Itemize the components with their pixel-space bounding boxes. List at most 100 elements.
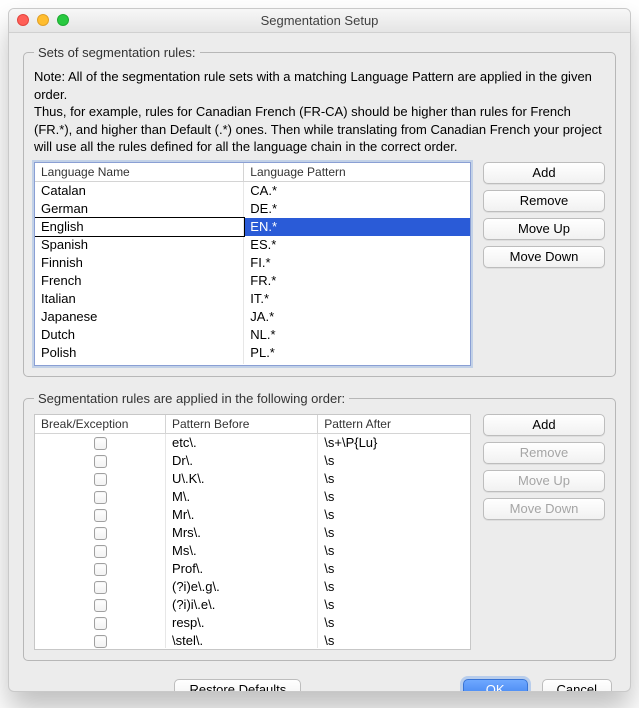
language-name-cell[interactable]: Italian: [35, 290, 244, 308]
break-exception-cell[interactable]: [35, 632, 166, 648]
pattern-before-cell[interactable]: (?i)i\.e\.: [166, 596, 318, 614]
language-pattern-cell[interactable]: FR.*: [244, 272, 470, 290]
language-name-cell[interactable]: Catalan: [35, 182, 244, 200]
rules-move-down-button[interactable]: Move Down: [483, 498, 605, 520]
language-table[interactable]: Language Name Language Pattern CatalanCA…: [34, 162, 471, 366]
minimize-icon[interactable]: [37, 14, 49, 26]
zoom-icon[interactable]: [57, 14, 69, 26]
pattern-after-cell[interactable]: \s: [318, 560, 470, 578]
rules-move-up-button[interactable]: Move Up: [483, 470, 605, 492]
language-name-cell[interactable]: English: [35, 218, 244, 236]
language-pattern-cell[interactable]: IT.*: [244, 290, 470, 308]
checkbox-icon[interactable]: [94, 581, 107, 594]
language-name-cell[interactable]: German: [35, 200, 244, 218]
language-name-cell[interactable]: Dutch: [35, 326, 244, 344]
checkbox-icon[interactable]: [94, 545, 107, 558]
pattern-before-cell[interactable]: Mrs\.: [166, 524, 318, 542]
language-name-cell[interactable]: Russian: [35, 362, 244, 364]
language-row[interactable]: ItalianIT.*: [35, 290, 470, 308]
language-row[interactable]: FinnishFI.*: [35, 254, 470, 272]
checkbox-icon[interactable]: [94, 491, 107, 504]
language-row[interactable]: CatalanCA.*: [35, 182, 470, 200]
language-pattern-cell[interactable]: JA.*: [244, 308, 470, 326]
rule-row[interactable]: (?i)e\.g\.\s: [35, 578, 470, 596]
pattern-after-cell[interactable]: \s: [318, 470, 470, 488]
pattern-before-cell[interactable]: Mr\.: [166, 506, 318, 524]
language-pattern-cell[interactable]: EN.*: [244, 218, 470, 236]
checkbox-icon[interactable]: [94, 635, 107, 647]
language-pattern-cell[interactable]: ES.*: [244, 236, 470, 254]
rules-add-button[interactable]: Add: [483, 414, 605, 436]
language-pattern-cell[interactable]: RU.*: [244, 362, 470, 364]
col-language-pattern[interactable]: Language Pattern: [244, 163, 470, 182]
language-row[interactable]: EnglishEN.*: [35, 218, 470, 236]
checkbox-icon[interactable]: [94, 527, 107, 540]
break-exception-cell[interactable]: [35, 614, 166, 632]
language-name-cell[interactable]: French: [35, 272, 244, 290]
break-exception-cell[interactable]: [35, 452, 166, 470]
col-pattern-before[interactable]: Pattern Before: [166, 415, 318, 434]
rule-row[interactable]: M\.\s: [35, 488, 470, 506]
rule-row[interactable]: \stel\.\s: [35, 632, 470, 648]
language-name-cell[interactable]: Finnish: [35, 254, 244, 272]
language-row[interactable]: DutchNL.*: [35, 326, 470, 344]
language-name-cell[interactable]: Polish: [35, 344, 244, 362]
break-exception-cell[interactable]: [35, 524, 166, 542]
pattern-before-cell[interactable]: U\.K\.: [166, 470, 318, 488]
pattern-before-cell[interactable]: \stel\.: [166, 632, 318, 648]
remove-button[interactable]: Remove: [483, 190, 605, 212]
break-exception-cell[interactable]: [35, 506, 166, 524]
pattern-after-cell[interactable]: \s: [318, 596, 470, 614]
pattern-after-cell[interactable]: \s: [318, 614, 470, 632]
language-pattern-cell[interactable]: NL.*: [244, 326, 470, 344]
close-icon[interactable]: [17, 14, 29, 26]
pattern-after-cell[interactable]: \s+\P{Lu}: [318, 434, 470, 452]
break-exception-cell[interactable]: [35, 596, 166, 614]
rule-row[interactable]: Mrs\.\s: [35, 524, 470, 542]
language-pattern-cell[interactable]: CA.*: [244, 182, 470, 200]
pattern-before-cell[interactable]: Prof\.: [166, 560, 318, 578]
language-row[interactable]: FrenchFR.*: [35, 272, 470, 290]
cancel-button[interactable]: Cancel: [542, 679, 612, 692]
move-down-button[interactable]: Move Down: [483, 246, 605, 268]
pattern-before-cell[interactable]: Dr\.: [166, 452, 318, 470]
rule-row[interactable]: etc\.\s+\P{Lu}: [35, 434, 470, 452]
language-row[interactable]: GermanDE.*: [35, 200, 470, 218]
language-name-cell[interactable]: Spanish: [35, 236, 244, 254]
language-pattern-cell[interactable]: DE.*: [244, 200, 470, 218]
pattern-before-cell[interactable]: Ms\.: [166, 542, 318, 560]
pattern-after-cell[interactable]: \s: [318, 632, 470, 648]
language-name-cell[interactable]: Japanese: [35, 308, 244, 326]
checkbox-icon[interactable]: [94, 599, 107, 612]
rule-row[interactable]: Ms\.\s: [35, 542, 470, 560]
language-row[interactable]: SpanishES.*: [35, 236, 470, 254]
col-break-exception[interactable]: Break/Exception: [35, 415, 166, 434]
checkbox-icon[interactable]: [94, 455, 107, 468]
break-exception-cell[interactable]: [35, 560, 166, 578]
ok-button[interactable]: OK: [463, 679, 528, 692]
rule-row[interactable]: Prof\.\s: [35, 560, 470, 578]
checkbox-icon[interactable]: [94, 563, 107, 576]
pattern-after-cell[interactable]: \s: [318, 452, 470, 470]
pattern-before-cell[interactable]: resp\.: [166, 614, 318, 632]
rule-row[interactable]: Dr\.\s: [35, 452, 470, 470]
pattern-after-cell[interactable]: \s: [318, 542, 470, 560]
checkbox-icon[interactable]: [94, 473, 107, 486]
pattern-before-cell[interactable]: (?i)e\.g\.: [166, 578, 318, 596]
pattern-before-cell[interactable]: etc\.: [166, 434, 318, 452]
language-pattern-cell[interactable]: FI.*: [244, 254, 470, 272]
break-exception-cell[interactable]: [35, 578, 166, 596]
break-exception-cell[interactable]: [35, 488, 166, 506]
rules-remove-button[interactable]: Remove: [483, 442, 605, 464]
checkbox-icon[interactable]: [94, 509, 107, 522]
rule-row[interactable]: U\.K\.\s: [35, 470, 470, 488]
rules-table[interactable]: Break/Exception Pattern Before Pattern A…: [34, 414, 471, 650]
language-row[interactable]: RussianRU.*: [35, 362, 470, 364]
language-pattern-cell[interactable]: PL.*: [244, 344, 470, 362]
break-exception-cell[interactable]: [35, 434, 166, 452]
checkbox-icon[interactable]: [94, 437, 107, 450]
language-row[interactable]: PolishPL.*: [35, 344, 470, 362]
restore-defaults-button[interactable]: Restore Defaults: [174, 679, 301, 692]
add-button[interactable]: Add: [483, 162, 605, 184]
pattern-after-cell[interactable]: \s: [318, 506, 470, 524]
